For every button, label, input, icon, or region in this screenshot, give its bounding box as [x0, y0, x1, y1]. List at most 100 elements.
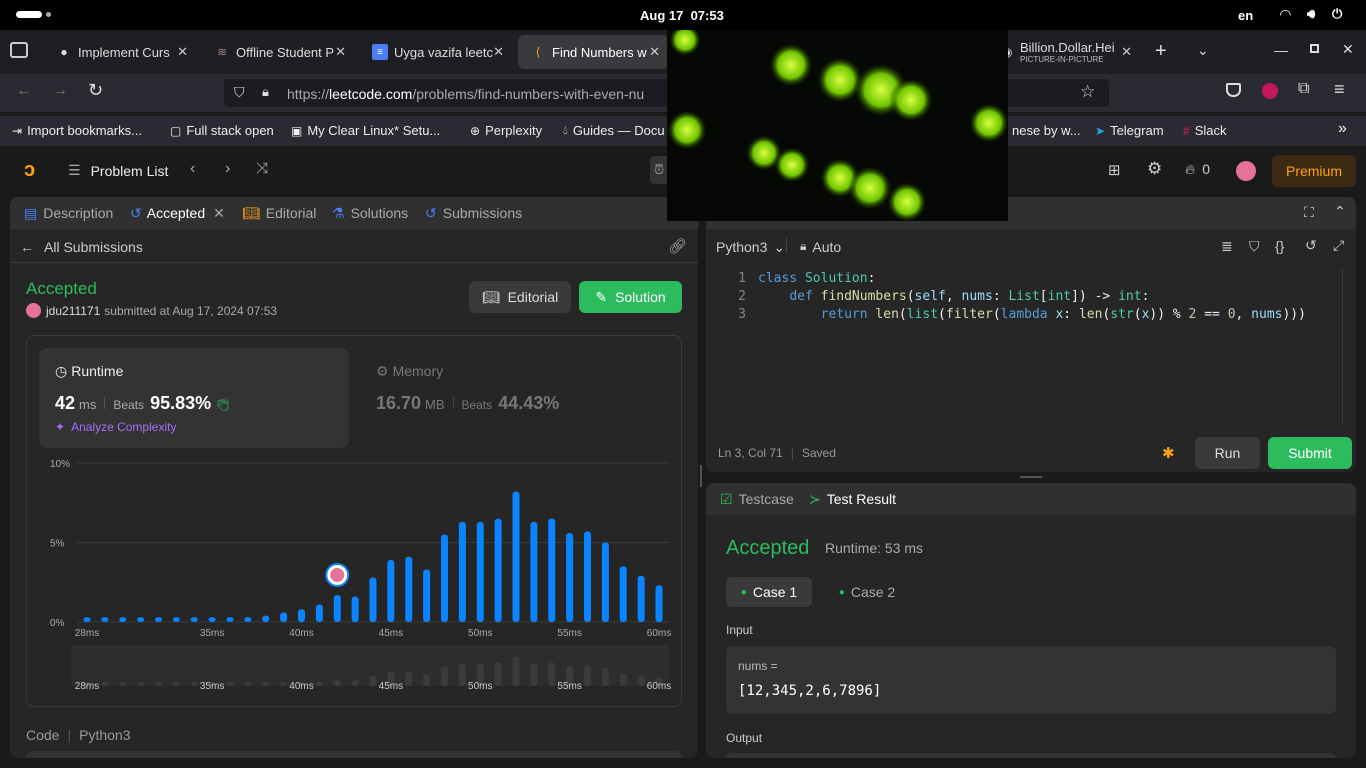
- leetcode-logo-icon[interactable]: ↄ: [24, 159, 35, 182]
- bookmark-guides[interactable]: 💧︎ Guides — Docu: [563, 123, 665, 138]
- close-icon[interactable]: ✕: [177, 44, 188, 60]
- editorial-button[interactable]: 📖︎ Editorial: [469, 281, 571, 313]
- clock[interactable]: Aug 17 07:53: [640, 8, 724, 23]
- code-preview: [26, 751, 682, 758]
- close-icon[interactable]: ✕: [1121, 44, 1132, 60]
- next-problem-icon[interactable]: ›: [225, 160, 230, 178]
- minimize-button[interactable]: —: [1274, 42, 1288, 58]
- shield-icon[interactable]: ⛉: [234, 84, 245, 101]
- auto-mode[interactable]: 🔒︎ Auto: [800, 239, 841, 255]
- share-link-icon[interactable]: 🔗︎: [668, 237, 687, 255]
- premium-button[interactable]: Premium: [1272, 155, 1356, 187]
- chart-bar: [280, 612, 288, 622]
- close-icon[interactable]: ✕: [213, 205, 225, 222]
- avatar[interactable]: [26, 303, 41, 318]
- tab-description[interactable]: ▤ Description: [24, 205, 113, 222]
- bookmark-icon[interactable]: ⛉: [1249, 238, 1260, 255]
- close-icon[interactable]: ✕: [335, 44, 346, 60]
- shuffle-icon[interactable]: ⤨: [256, 160, 268, 177]
- all-submissions-link[interactable]: ← All Submissions: [20, 239, 143, 255]
- bookmark-perplexity[interactable]: ⊕ Perplexity: [470, 123, 542, 138]
- runtime-distribution-chart[interactable]: 10% 5% 0% 28ms 28ms 35ms 35ms 40ms 40ms 45ms 45ms 5…: [27, 451, 681, 706]
- close-icon[interactable]: ✕: [493, 44, 504, 60]
- tab-offline-student[interactable]: ≋ Offline Student P ✕: [202, 35, 354, 69]
- bookmark-import[interactable]: ⇥ Import bookmarks...: [12, 123, 142, 138]
- volume-icon[interactable]: 🔊︎: [1307, 6, 1315, 22]
- debug-bug-icon[interactable]: ✱: [1162, 444, 1175, 462]
- leetcode-icon: ⟨: [535, 45, 541, 59]
- collapse-chevron-icon[interactable]: ⌃: [1334, 203, 1346, 220]
- keyboard-language[interactable]: en: [1238, 8, 1253, 23]
- run-button[interactable]: Run: [1195, 437, 1260, 469]
- tab-overview-icon[interactable]: [10, 42, 28, 58]
- case-2-tab[interactable]: ● Case 2: [824, 577, 910, 607]
- bookmark-telegram[interactable]: ➤ Telegram: [1095, 123, 1164, 138]
- picture-in-picture-video[interactable]: [667, 30, 1008, 221]
- wifi-icon[interactable]: ◠: [1280, 6, 1291, 23]
- layout-icon[interactable]: ⊞: [1108, 161, 1121, 179]
- menu-icon[interactable]: ≡: [1334, 79, 1345, 100]
- new-tab-button[interactable]: +: [1155, 40, 1167, 63]
- tab-list-chevron-icon[interactable]: ⌄: [1197, 42, 1209, 59]
- problem-list-button[interactable]: ☰ Problem List: [68, 162, 168, 179]
- runtime-card[interactable]: ◷ Runtime 42 ms Beats 95.83% 👏︎ ✦ Analyze …: [39, 348, 349, 448]
- pocket-icon[interactable]: [1226, 83, 1241, 97]
- expand-icon[interactable]: ⤢: [1333, 237, 1344, 254]
- solution-button[interactable]: ✎ Solution: [579, 281, 682, 313]
- prev-problem-icon[interactable]: ‹: [190, 160, 195, 178]
- analyze-complexity-link[interactable]: ✦ Analyze Complexity: [55, 420, 176, 434]
- lock-icon[interactable]: 🔒︎: [262, 84, 269, 100]
- tab-submissions[interactable]: ↺ Submissions: [425, 205, 522, 222]
- submission-status: Accepted: [26, 279, 97, 298]
- code-area[interactable]: 1 class Solution: 2 def findNumbers(self,…: [706, 269, 1342, 429]
- sparkle-icon: ✦: [55, 420, 66, 434]
- runtime-label: ◷ Runtime: [55, 363, 124, 379]
- maximize-button[interactable]: [1310, 44, 1319, 53]
- forward-icon[interactable]: →: [52, 82, 68, 100]
- bookmark-star-icon[interactable]: ☆: [1080, 82, 1095, 102]
- close-window-button[interactable]: ✕: [1342, 41, 1354, 58]
- reset-icon[interactable]: ↺: [1305, 237, 1317, 254]
- vertical-splitter[interactable]: [700, 465, 702, 487]
- tab-pip[interactable]: ◉ Billion.Dollar.Hei PICTURE-IN-PICTURE …: [994, 35, 1140, 69]
- streak-counter[interactable]: 🔥︎ 0: [1185, 161, 1210, 178]
- memory-card[interactable]: ⚙ Memory 16.70 MB Beats 44.43%: [363, 348, 663, 448]
- y-tick-label: 0%: [50, 618, 65, 629]
- case-1-tab[interactable]: ● Case 1: [726, 577, 812, 607]
- language-select[interactable]: Python3 ⌄: [716, 239, 785, 256]
- output-box: [726, 753, 1336, 758]
- horizontal-splitter[interactable]: [1020, 476, 1042, 478]
- submit-button[interactable]: Submit: [1268, 437, 1352, 469]
- tab-testcase[interactable]: ☑ Testcase: [720, 491, 794, 508]
- bookmark-slack[interactable]: # Slack: [1183, 123, 1226, 138]
- close-icon[interactable]: ✕: [649, 44, 660, 60]
- power-icon[interactable]: ⏻: [1332, 6, 1342, 22]
- fullscreen-icon[interactable]: ⛶: [1304, 204, 1314, 221]
- back-icon[interactable]: ←: [16, 82, 32, 100]
- bookmark-clear-linux[interactable]: ▣ My Clear Linux* Setu...: [291, 123, 440, 138]
- tab-test-result[interactable]: ≻ Test Result: [809, 491, 896, 508]
- input-box[interactable]: nums = [12,345,2,6,7896]: [726, 646, 1336, 714]
- braces-icon[interactable]: {}: [1275, 238, 1284, 254]
- avatar[interactable]: [1236, 161, 1256, 181]
- chart-bar: [405, 556, 413, 622]
- extensions-icon[interactable]: ⧉: [1298, 80, 1309, 98]
- profile-icon[interactable]: [1262, 83, 1278, 99]
- chart-bar: [155, 617, 162, 622]
- reload-icon[interactable]: ↻: [88, 80, 103, 101]
- settings-gear-icon[interactable]: ⚙: [1147, 159, 1162, 179]
- bookmark-chinese[interactable]: nese by w...: [1012, 123, 1081, 138]
- tab-uyga-vazifa[interactable]: ≡ Uyga vazifa leetc ✕: [360, 35, 512, 69]
- tab-accepted[interactable]: ↺ Accepted ✕: [130, 205, 225, 222]
- tab-editorial[interactable]: 📖︎ Editorial: [242, 205, 316, 222]
- tab-find-numbers[interactable]: ⟨ Find Numbers w ✕: [518, 35, 668, 69]
- tab-implement-cursor[interactable]: ● Implement Curs ✕: [44, 35, 196, 69]
- bookmark-fullstack[interactable]: ▢ Full stack open: [170, 123, 274, 138]
- tab-solutions[interactable]: ⚗ Solutions: [332, 205, 408, 222]
- editor-scrollbar[interactable]: [1342, 269, 1343, 424]
- format-icon[interactable]: ≣: [1221, 238, 1233, 255]
- pass-dot-icon: ●: [740, 586, 747, 598]
- username[interactable]: jdu211171: [46, 304, 100, 318]
- bookmarks-overflow-icon[interactable]: »: [1338, 120, 1347, 138]
- activities-indicator[interactable]: [16, 11, 42, 18]
